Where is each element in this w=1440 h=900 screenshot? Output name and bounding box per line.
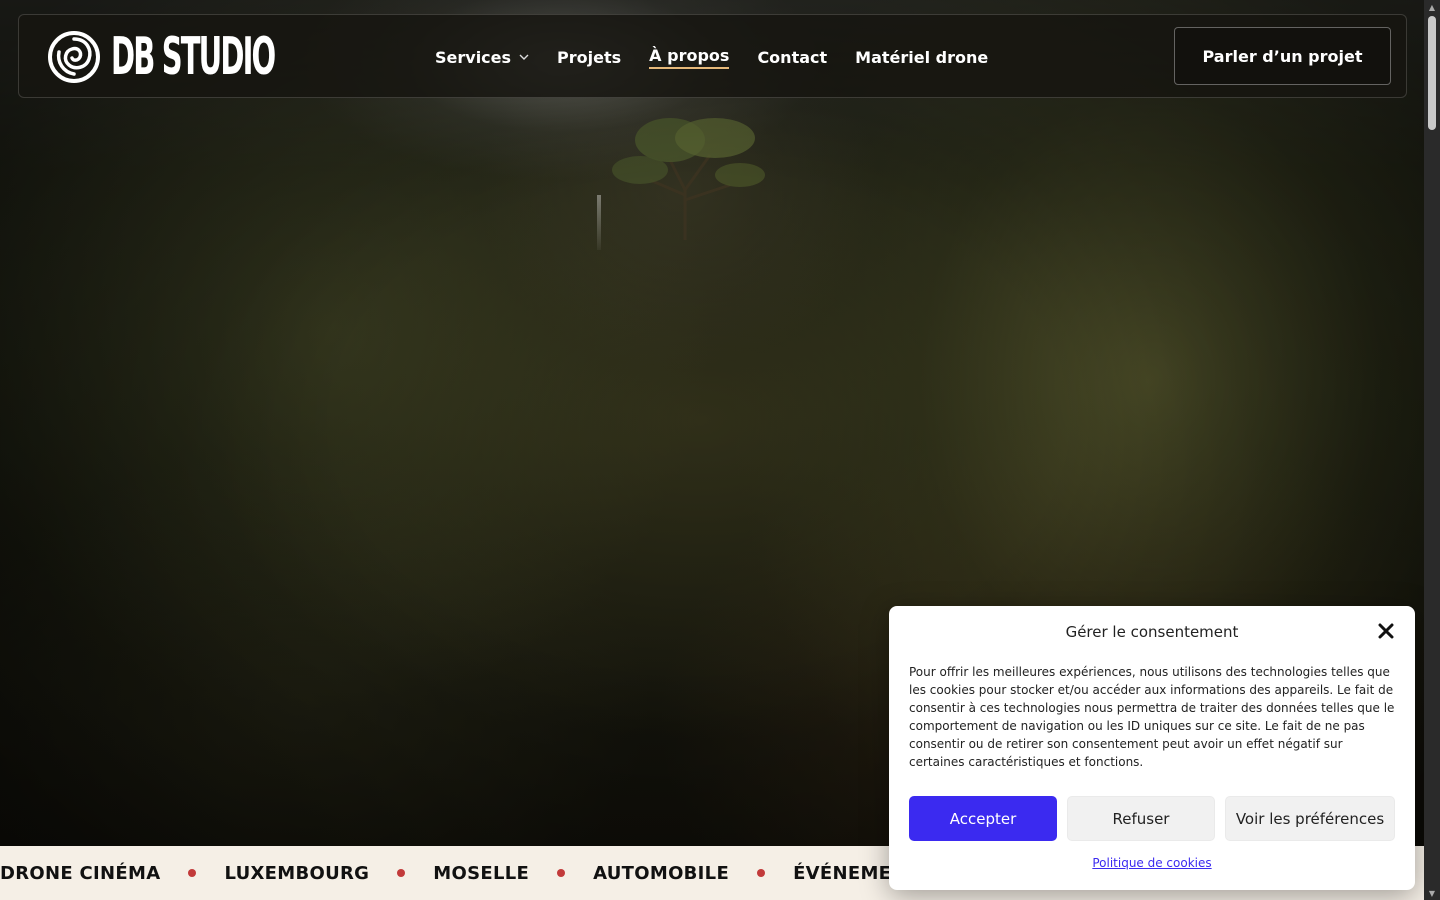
nav-item-label: Contact [757, 47, 828, 67]
logo[interactable]: DB STUDIO [47, 30, 374, 84]
scroll-up-icon[interactable]: ▲ [1424, 0, 1440, 14]
marquee-item: MOSELLE [433, 862, 530, 884]
consent-text: Pour offrir les meilleures expériences, … [909, 665, 1395, 769]
nav-item-materiel-drone[interactable]: Matériel drone [855, 48, 988, 67]
nav-item-label: Projets [557, 47, 622, 67]
dot-separator [757, 869, 766, 877]
nav-item-label: À propos [649, 46, 730, 69]
dot-separator [188, 869, 197, 877]
chevron-down-icon [519, 54, 529, 60]
nav-item-a-propos[interactable]: À propos [649, 46, 730, 69]
main-nav: Services Projets À propos Contact Matéri… [435, 15, 1016, 99]
nav-item-projets[interactable]: Projets [557, 48, 621, 67]
marquee-item: DRONE CINÉMA [0, 862, 161, 884]
marquee-item: LUXEMBOURG [224, 862, 370, 884]
nav-item-label: Matériel drone [855, 47, 989, 67]
accept-button[interactable]: Accepter [909, 796, 1057, 841]
scroll-down-icon[interactable]: ▼ [1424, 886, 1440, 900]
cookie-policy-link[interactable]: Politique de cookies [889, 856, 1395, 870]
marquee-item: AUTOMOBILE [593, 862, 730, 884]
nav-item-label: Services [435, 47, 512, 67]
close-icon[interactable] [1377, 622, 1395, 640]
preferences-button[interactable]: Voir les préférences [1225, 796, 1395, 841]
refuse-button[interactable]: Refuser [1067, 796, 1215, 841]
nav-item-contact[interactable]: Contact [757, 48, 827, 67]
nav-item-services[interactable]: Services [435, 48, 529, 67]
consent-title: Gérer le consentement [1065, 623, 1239, 641]
logo-text: DB STUDIO [111, 27, 276, 87]
site-header: DB STUDIO Services Projets À propos Cont… [18, 14, 1407, 98]
talk-project-button[interactable]: Parler d’un projet [1174, 27, 1391, 85]
dot-separator [397, 869, 406, 877]
cookie-consent-dialog: Gérer le consentement Pour offrir les me… [889, 606, 1415, 890]
scrollbar[interactable]: ▲ ▼ [1424, 0, 1440, 900]
spiral-logo-icon [48, 31, 100, 83]
dot-separator [557, 869, 566, 877]
scrollbar-thumb[interactable] [1428, 16, 1436, 130]
